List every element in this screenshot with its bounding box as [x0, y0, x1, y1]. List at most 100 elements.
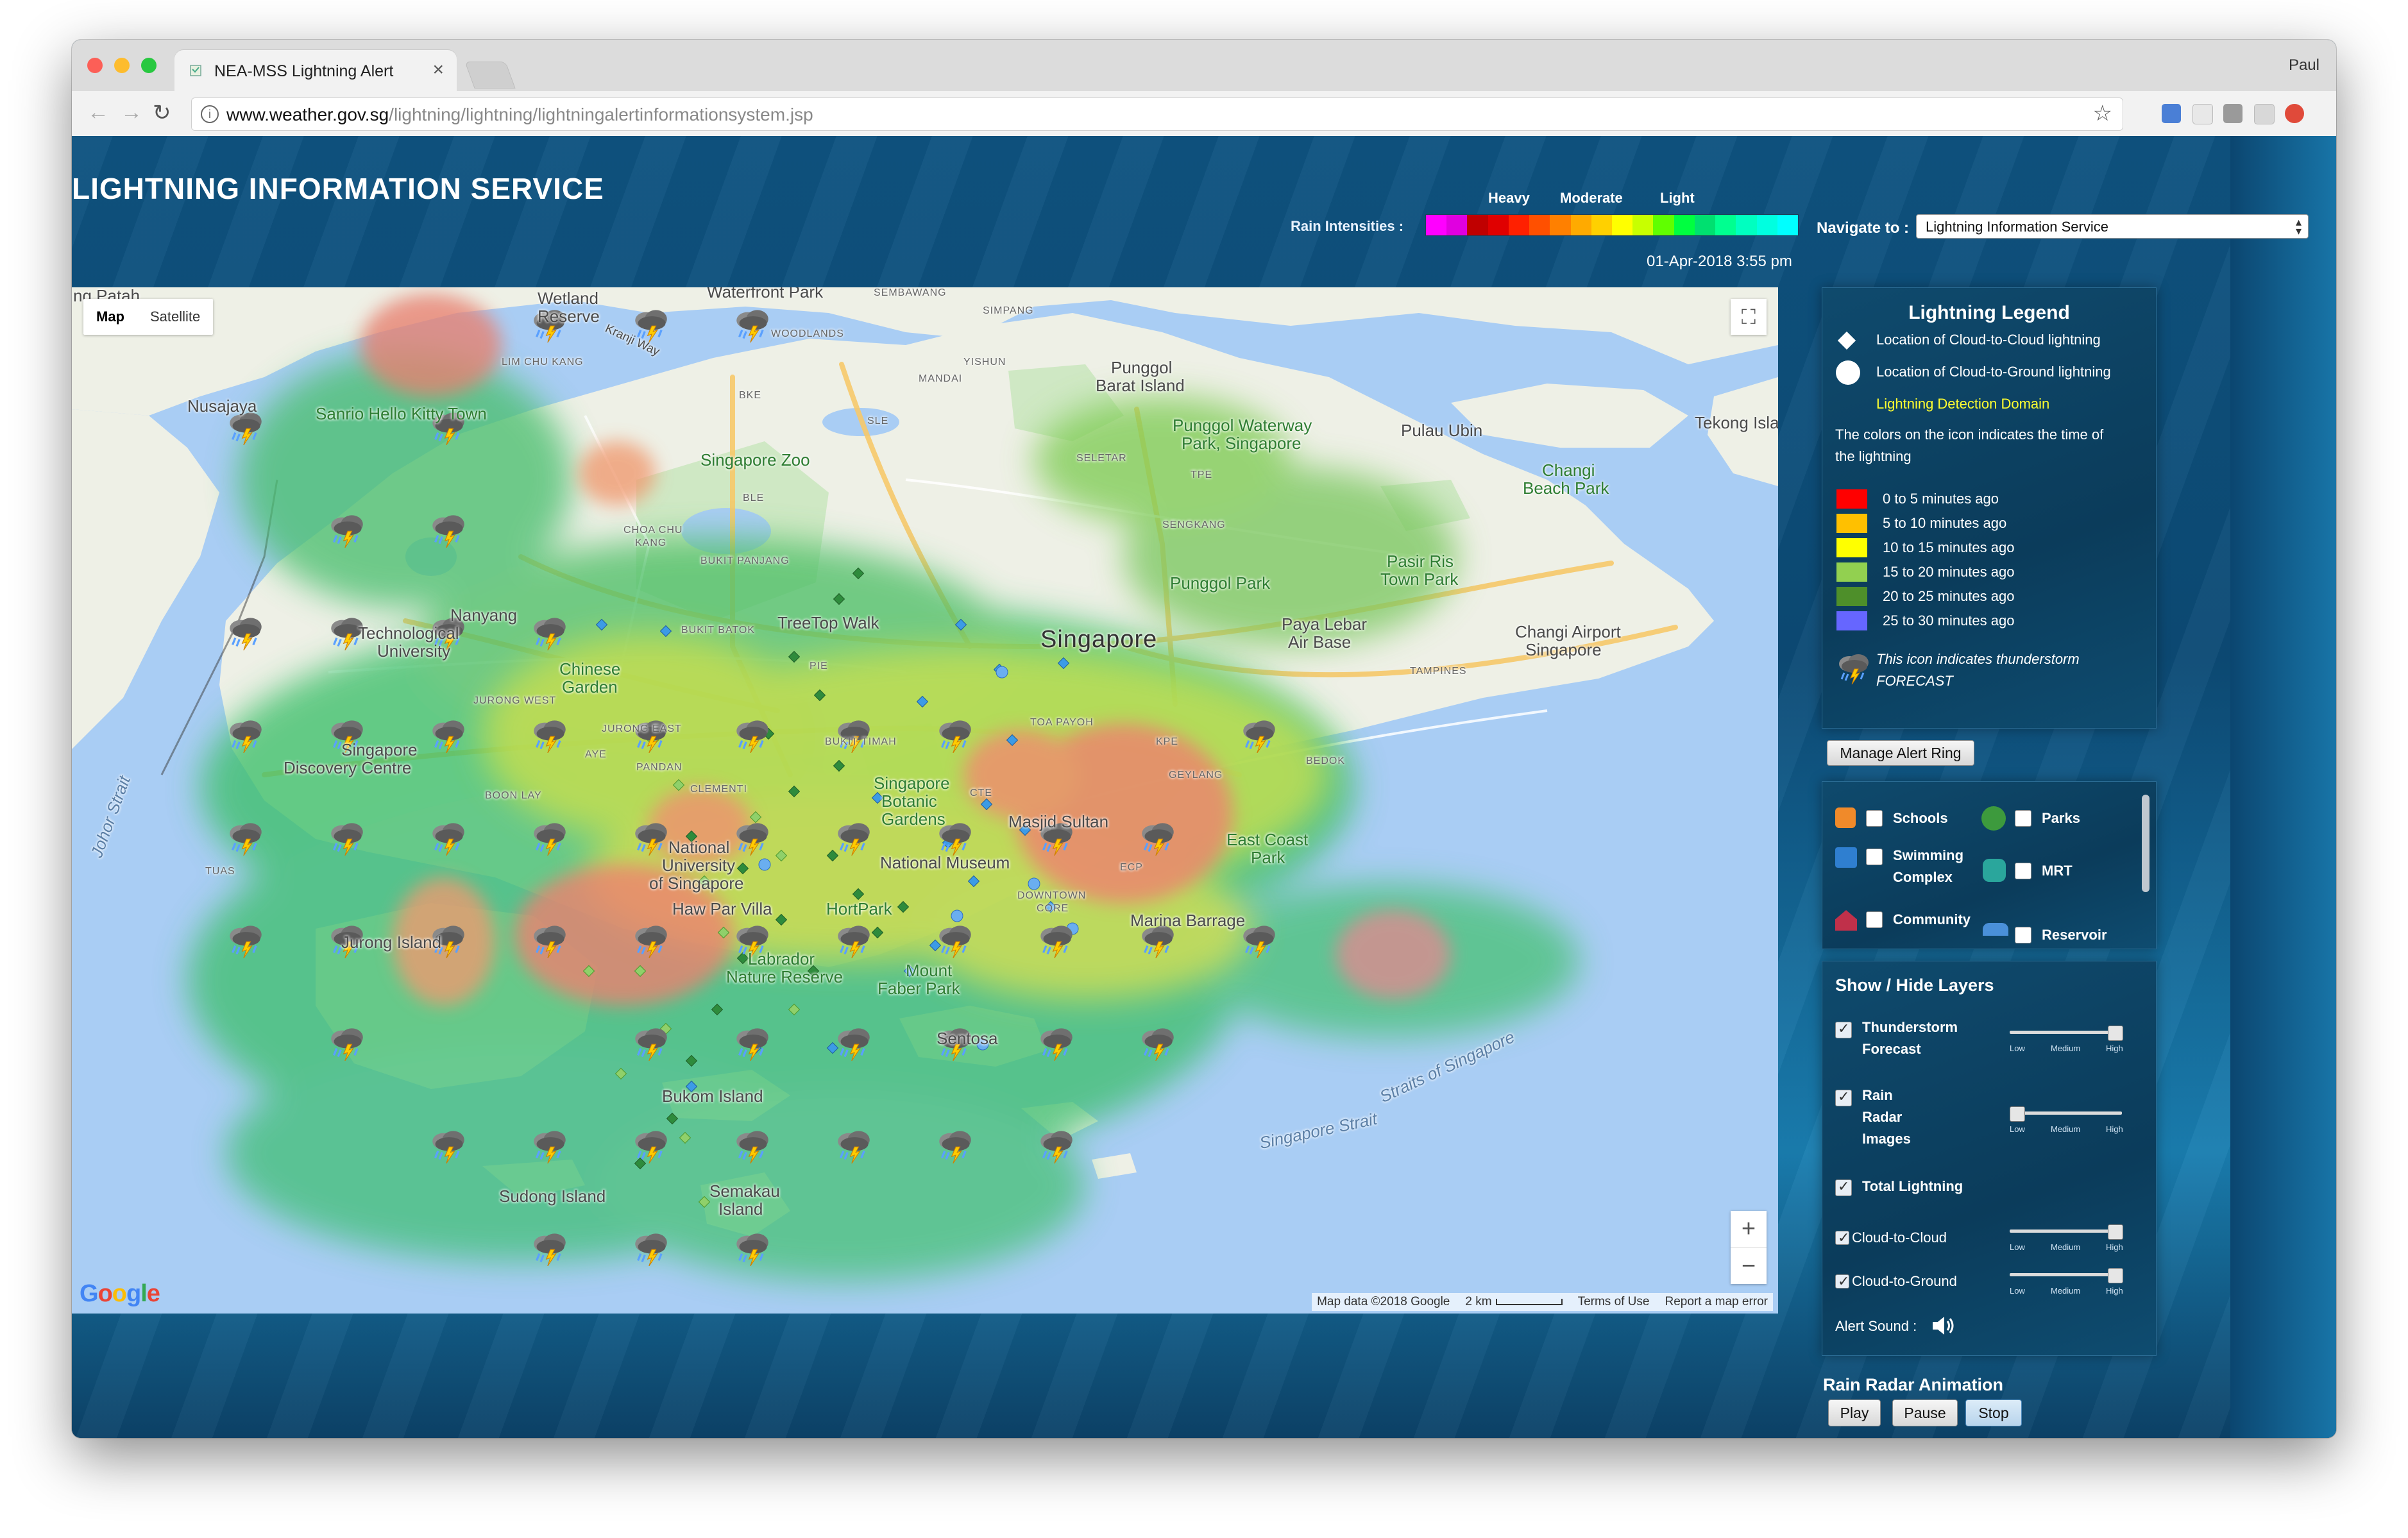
thunderstorm-forecast-icon[interactable] [427, 512, 470, 551]
map-type-satellite-button[interactable]: Satellite [137, 299, 213, 335]
thunderstorm-forecast-icon[interactable] [427, 717, 470, 756]
thunderstorm-forecast-icon[interactable] [529, 717, 571, 756]
thunderstorm-forecast-icon[interactable] [934, 1128, 976, 1167]
thunderstorm-forecast-icon[interactable] [833, 820, 875, 859]
thunderstorm-forecast-icon[interactable] [833, 922, 875, 961]
thunderstorm-forecast-icon[interactable] [529, 922, 571, 961]
thunderstorm-forecast-icon[interactable] [731, 1128, 774, 1167]
info-icon[interactable]: i [201, 105, 219, 123]
map-footer: Map data ©2018 Google 2 km Terms of Use … [1312, 1293, 1773, 1311]
thunderstorm-forecast-icon[interactable] [1238, 717, 1280, 756]
community-checkbox[interactable] [1866, 911, 1883, 928]
zoom-in-button[interactable]: + [1731, 1211, 1767, 1247]
thunderstorm-forecast-icon[interactable] [731, 307, 774, 346]
forward-arrow-icon[interactable]: → [121, 100, 142, 125]
extension-chart-icon[interactable] [2162, 104, 2181, 123]
speaker-icon[interactable] [1930, 1314, 1956, 1337]
play-button[interactable]: Play [1828, 1399, 1881, 1426]
close-window-button[interactable] [87, 58, 103, 73]
thunderstorm-forecast-icon[interactable] [225, 717, 267, 756]
schools-checkbox[interactable] [1866, 810, 1883, 827]
extension-reader-icon[interactable] [2254, 104, 2275, 124]
report-error-link[interactable]: Report a map error [1665, 1293, 1768, 1311]
reservoir-checkbox[interactable] [2015, 927, 2031, 943]
reload-icon[interactable]: ↻ [153, 100, 171, 126]
extension-blocker-icon[interactable] [2285, 104, 2304, 123]
total-lightning-checkbox[interactable] [1835, 1178, 1852, 1196]
map-label-nusajaya: Nusajaya [187, 396, 257, 416]
thunderstorm-forecast-icon[interactable] [731, 820, 774, 859]
thunderstorm-forecast-icon[interactable] [934, 717, 976, 756]
map-type-map-button[interactable]: Map [83, 299, 137, 335]
pause-button[interactable]: Pause [1892, 1399, 1958, 1426]
cloud-to-ground-slider[interactable]: Low Medium High [2010, 1268, 2123, 1296]
extension-note-icon[interactable] [2223, 104, 2243, 123]
thunderstorm-forecast-icon[interactable] [529, 1230, 571, 1269]
extension-broadcast-icon[interactable] [2192, 104, 2213, 124]
cloud-to-ground-checkbox[interactable] [1835, 1273, 1849, 1290]
thunderstorm-forecast-icon[interactable] [427, 1128, 470, 1167]
community-label: Community [1893, 911, 1971, 927]
thunderstorm-forecast-icon[interactable] [529, 820, 571, 859]
terms-link[interactable]: Terms of Use [1578, 1293, 1650, 1311]
thunderstorm-forecast-icon[interactable] [630, 1230, 672, 1269]
thunderstorm-forecast-icon[interactable] [1035, 1025, 1078, 1064]
thunderstorm-forecast-icon[interactable] [833, 1128, 875, 1167]
thunderstorm-forecast-icon[interactable] [630, 1128, 672, 1167]
navigate-select[interactable]: Lightning Information Service ▴ ▾ [1916, 214, 2309, 239]
thunderstorm-forecast-icon[interactable] [1035, 922, 1078, 961]
minimize-window-button[interactable] [114, 58, 130, 73]
rain-radar-checkbox[interactable] [1835, 1088, 1852, 1106]
thunderstorm-forecast-icon[interactable] [529, 1128, 571, 1167]
swimming-checkbox[interactable] [1866, 849, 1883, 865]
zoom-out-button[interactable]: − [1731, 1247, 1767, 1285]
manage-alert-ring-button[interactable]: Manage Alert Ring [1827, 740, 1974, 766]
thunderstorm-slider[interactable]: Low Medium High [2010, 1026, 2123, 1053]
new-tab-button[interactable] [464, 62, 516, 89]
thunderstorm-forecast-icon[interactable] [326, 1025, 368, 1064]
fullscreen-icon[interactable]: ⛶ [1731, 299, 1767, 335]
thunderstorm-forecast-icon[interactable] [1137, 1025, 1179, 1064]
parks-label: Parks [2042, 810, 2080, 826]
url-text[interactable]: www.weather.gov.sg/lightning/lightning/l… [226, 105, 813, 125]
thunderstorm-forecast-icon[interactable] [934, 922, 976, 961]
cloud-to-cloud-slider[interactable]: Low Medium High [2010, 1224, 2123, 1252]
thunderstorm-forecast-icon[interactable] [731, 717, 774, 756]
bookmark-star-icon[interactable]: ☆ [2093, 101, 2112, 126]
thunderstorm-forecast-icon[interactable] [529, 614, 571, 654]
thunderstorm-forecast-icon[interactable] [427, 820, 470, 859]
maximize-window-button[interactable] [141, 58, 157, 73]
thunderstorm-forecast-icon[interactable] [326, 820, 368, 859]
thunderstorm-forecast-icon[interactable] [731, 1025, 774, 1064]
map-label-semakau: Semakau [709, 1181, 780, 1201]
parks-checkbox[interactable] [2015, 810, 2031, 827]
cloud-to-cloud-checkbox[interactable] [1835, 1230, 1849, 1246]
mrt-checkbox[interactable] [2015, 863, 2031, 879]
thunderstorm-forecast-icon[interactable] [225, 614, 267, 654]
browser-tab[interactable]: NEA-MSS Lightning Alert × [174, 50, 457, 91]
thunderstorm-forecast-icon[interactable] [225, 922, 267, 961]
map-label-pulau-ubin: Pulau Ubin [1401, 421, 1483, 440]
school-icon [1835, 807, 1856, 828]
thunderstorm-forecast-icon[interactable] [731, 1230, 774, 1269]
map-label-simpang: SIMPANG [983, 305, 1034, 316]
lightning-map[interactable]: ng Patah Nusajaya Wetland Reserve Waterf… [72, 287, 1778, 1314]
thunderstorm-forecast-icon[interactable] [630, 820, 672, 859]
thunderstorm-forecast-icon[interactable] [833, 1025, 875, 1064]
thunderstorm-forecast-icon[interactable] [326, 512, 368, 551]
places-scrollbar[interactable] [2142, 795, 2149, 892]
close-tab-icon[interactable]: × [432, 59, 444, 81]
thunderstorm-forecast-icon[interactable] [225, 820, 267, 859]
profile-name[interactable]: Paul [2289, 56, 2319, 74]
thunderstorm-forecast-icon[interactable] [1137, 820, 1179, 859]
address-bar[interactable]: i www.weather.gov.sg/lightning/lightning… [191, 97, 2123, 131]
google-logo[interactable]: Google [80, 1280, 160, 1308]
thunderstorm-forecast-icon[interactable] [1035, 1128, 1078, 1167]
rain-radar-slider[interactable]: Low Medium High [2010, 1106, 2123, 1134]
back-arrow-icon[interactable]: ← [87, 100, 109, 125]
thunderstorm-forecast-icon[interactable] [630, 1025, 672, 1064]
thunderstorm-forecast-checkbox[interactable] [1835, 1020, 1852, 1038]
page-right-strip [2230, 136, 2336, 1438]
stop-button[interactable]: Stop [1965, 1399, 2022, 1426]
thunderstorm-forecast-icon[interactable] [630, 922, 672, 961]
